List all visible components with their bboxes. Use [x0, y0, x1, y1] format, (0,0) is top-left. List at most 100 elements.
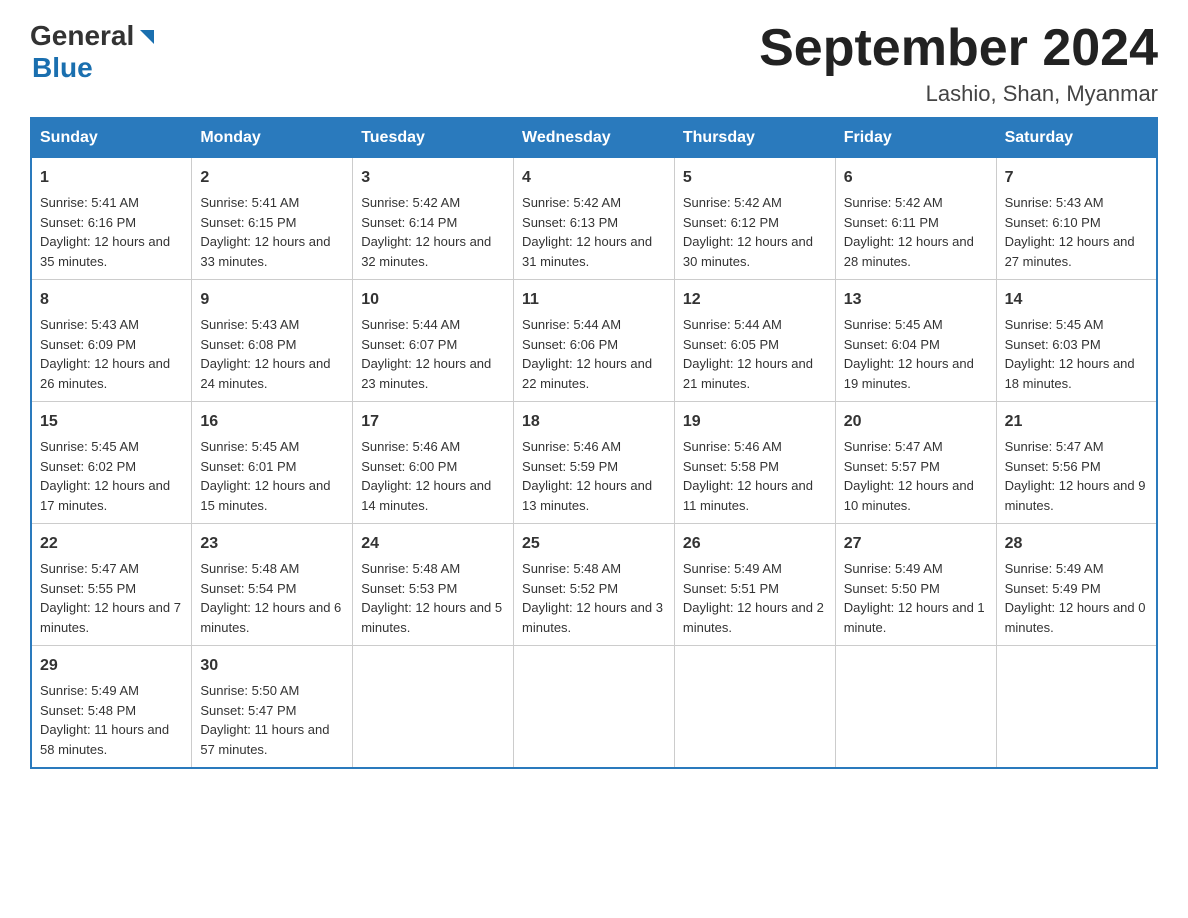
- day-number: 3: [361, 166, 505, 190]
- calendar-cell: 14 Sunrise: 5:45 AMSunset: 6:03 PMDaylig…: [996, 280, 1157, 402]
- day-info: Sunrise: 5:46 AMSunset: 6:00 PMDaylight:…: [361, 439, 491, 513]
- calendar-cell: 23 Sunrise: 5:48 AMSunset: 5:54 PMDaylig…: [192, 524, 353, 646]
- day-number: 2: [200, 166, 344, 190]
- day-info: Sunrise: 5:45 AMSunset: 6:03 PMDaylight:…: [1005, 317, 1135, 391]
- day-number: 20: [844, 410, 988, 434]
- calendar-cell: 2 Sunrise: 5:41 AMSunset: 6:15 PMDayligh…: [192, 158, 353, 280]
- calendar-week-row: 8 Sunrise: 5:43 AMSunset: 6:09 PMDayligh…: [31, 280, 1157, 402]
- day-info: Sunrise: 5:44 AMSunset: 6:06 PMDaylight:…: [522, 317, 652, 391]
- day-info: Sunrise: 5:41 AMSunset: 6:16 PMDaylight:…: [40, 195, 170, 269]
- calendar-cell: 15 Sunrise: 5:45 AMSunset: 6:02 PMDaylig…: [31, 402, 192, 524]
- day-info: Sunrise: 5:41 AMSunset: 6:15 PMDaylight:…: [200, 195, 330, 269]
- calendar-cell: 9 Sunrise: 5:43 AMSunset: 6:08 PMDayligh…: [192, 280, 353, 402]
- day-number: 15: [40, 410, 183, 434]
- day-info: Sunrise: 5:42 AMSunset: 6:12 PMDaylight:…: [683, 195, 813, 269]
- calendar-week-row: 15 Sunrise: 5:45 AMSunset: 6:02 PMDaylig…: [31, 402, 1157, 524]
- day-number: 23: [200, 532, 344, 556]
- day-number: 14: [1005, 288, 1148, 312]
- day-number: 28: [1005, 532, 1148, 556]
- day-number: 16: [200, 410, 344, 434]
- day-number: 30: [200, 654, 344, 678]
- day-info: Sunrise: 5:48 AMSunset: 5:52 PMDaylight:…: [522, 561, 663, 635]
- day-info: Sunrise: 5:48 AMSunset: 5:54 PMDaylight:…: [200, 561, 341, 635]
- day-info: Sunrise: 5:43 AMSunset: 6:09 PMDaylight:…: [40, 317, 170, 391]
- day-info: Sunrise: 5:49 AMSunset: 5:49 PMDaylight:…: [1005, 561, 1146, 635]
- day-info: Sunrise: 5:42 AMSunset: 6:11 PMDaylight:…: [844, 195, 974, 269]
- day-number: 9: [200, 288, 344, 312]
- calendar-cell: 27 Sunrise: 5:49 AMSunset: 5:50 PMDaylig…: [835, 524, 996, 646]
- calendar-cell: 19 Sunrise: 5:46 AMSunset: 5:58 PMDaylig…: [674, 402, 835, 524]
- weekday-header-sunday: Sunday: [31, 118, 192, 158]
- calendar-cell: 28 Sunrise: 5:49 AMSunset: 5:49 PMDaylig…: [996, 524, 1157, 646]
- weekday-header-row: SundayMondayTuesdayWednesdayThursdayFrid…: [31, 118, 1157, 158]
- calendar-cell: 4 Sunrise: 5:42 AMSunset: 6:13 PMDayligh…: [514, 158, 675, 280]
- day-number: 26: [683, 532, 827, 556]
- day-info: Sunrise: 5:48 AMSunset: 5:53 PMDaylight:…: [361, 561, 502, 635]
- weekday-header-thursday: Thursday: [674, 118, 835, 158]
- day-info: Sunrise: 5:50 AMSunset: 5:47 PMDaylight:…: [200, 683, 329, 757]
- day-info: Sunrise: 5:45 AMSunset: 6:01 PMDaylight:…: [200, 439, 330, 513]
- day-number: 7: [1005, 166, 1148, 190]
- day-info: Sunrise: 5:49 AMSunset: 5:48 PMDaylight:…: [40, 683, 169, 757]
- day-info: Sunrise: 5:47 AMSunset: 5:55 PMDaylight:…: [40, 561, 181, 635]
- weekday-header-monday: Monday: [192, 118, 353, 158]
- day-number: 5: [683, 166, 827, 190]
- logo-triangle-icon: [136, 26, 158, 48]
- day-number: 25: [522, 532, 666, 556]
- calendar-cell: 24 Sunrise: 5:48 AMSunset: 5:53 PMDaylig…: [353, 524, 514, 646]
- day-info: Sunrise: 5:43 AMSunset: 6:10 PMDaylight:…: [1005, 195, 1135, 269]
- calendar-cell: 11 Sunrise: 5:44 AMSunset: 6:06 PMDaylig…: [514, 280, 675, 402]
- day-info: Sunrise: 5:44 AMSunset: 6:05 PMDaylight:…: [683, 317, 813, 391]
- logo-line1: General: [30, 20, 158, 52]
- calendar-week-row: 29 Sunrise: 5:49 AMSunset: 5:48 PMDaylig…: [31, 646, 1157, 769]
- day-info: Sunrise: 5:45 AMSunset: 6:04 PMDaylight:…: [844, 317, 974, 391]
- calendar-cell: 26 Sunrise: 5:49 AMSunset: 5:51 PMDaylig…: [674, 524, 835, 646]
- day-info: Sunrise: 5:49 AMSunset: 5:50 PMDaylight:…: [844, 561, 985, 635]
- day-number: 24: [361, 532, 505, 556]
- weekday-header-friday: Friday: [835, 118, 996, 158]
- calendar-cell: 18 Sunrise: 5:46 AMSunset: 5:59 PMDaylig…: [514, 402, 675, 524]
- day-number: 13: [844, 288, 988, 312]
- calendar-cell: 29 Sunrise: 5:49 AMSunset: 5:48 PMDaylig…: [31, 646, 192, 769]
- calendar-cell: [353, 646, 514, 769]
- calendar-cell: 7 Sunrise: 5:43 AMSunset: 6:10 PMDayligh…: [996, 158, 1157, 280]
- calendar-cell: 25 Sunrise: 5:48 AMSunset: 5:52 PMDaylig…: [514, 524, 675, 646]
- calendar-cell: 16 Sunrise: 5:45 AMSunset: 6:01 PMDaylig…: [192, 402, 353, 524]
- calendar-cell: 21 Sunrise: 5:47 AMSunset: 5:56 PMDaylig…: [996, 402, 1157, 524]
- day-info: Sunrise: 5:45 AMSunset: 6:02 PMDaylight:…: [40, 439, 170, 513]
- title-block: September 2024 Lashio, Shan, Myanmar: [759, 20, 1158, 107]
- calendar-cell: 1 Sunrise: 5:41 AMSunset: 6:16 PMDayligh…: [31, 158, 192, 280]
- weekday-header-tuesday: Tuesday: [353, 118, 514, 158]
- calendar-cell: 3 Sunrise: 5:42 AMSunset: 6:14 PMDayligh…: [353, 158, 514, 280]
- day-info: Sunrise: 5:47 AMSunset: 5:57 PMDaylight:…: [844, 439, 974, 513]
- calendar-subtitle: Lashio, Shan, Myanmar: [759, 81, 1158, 107]
- day-info: Sunrise: 5:49 AMSunset: 5:51 PMDaylight:…: [683, 561, 824, 635]
- calendar-cell: 20 Sunrise: 5:47 AMSunset: 5:57 PMDaylig…: [835, 402, 996, 524]
- calendar-cell: [514, 646, 675, 769]
- calendar-cell: 8 Sunrise: 5:43 AMSunset: 6:09 PMDayligh…: [31, 280, 192, 402]
- day-number: 27: [844, 532, 988, 556]
- day-number: 11: [522, 288, 666, 312]
- calendar-cell: 10 Sunrise: 5:44 AMSunset: 6:07 PMDaylig…: [353, 280, 514, 402]
- calendar-cell: 6 Sunrise: 5:42 AMSunset: 6:11 PMDayligh…: [835, 158, 996, 280]
- day-number: 1: [40, 166, 183, 190]
- logo-general-text: General: [30, 20, 134, 52]
- day-info: Sunrise: 5:42 AMSunset: 6:13 PMDaylight:…: [522, 195, 652, 269]
- day-number: 4: [522, 166, 666, 190]
- page-header: General Blue September 2024 Lashio, Shan…: [30, 20, 1158, 107]
- day-number: 17: [361, 410, 505, 434]
- calendar-cell: 12 Sunrise: 5:44 AMSunset: 6:05 PMDaylig…: [674, 280, 835, 402]
- calendar-cell: 5 Sunrise: 5:42 AMSunset: 6:12 PMDayligh…: [674, 158, 835, 280]
- calendar-cell: [835, 646, 996, 769]
- calendar-cell: 13 Sunrise: 5:45 AMSunset: 6:04 PMDaylig…: [835, 280, 996, 402]
- logo-blue-text: Blue: [32, 52, 158, 84]
- calendar-cell: 17 Sunrise: 5:46 AMSunset: 6:00 PMDaylig…: [353, 402, 514, 524]
- day-info: Sunrise: 5:46 AMSunset: 5:59 PMDaylight:…: [522, 439, 652, 513]
- day-number: 18: [522, 410, 666, 434]
- day-info: Sunrise: 5:43 AMSunset: 6:08 PMDaylight:…: [200, 317, 330, 391]
- calendar-cell: [674, 646, 835, 769]
- day-number: 19: [683, 410, 827, 434]
- weekday-header-wednesday: Wednesday: [514, 118, 675, 158]
- day-number: 22: [40, 532, 183, 556]
- day-info: Sunrise: 5:44 AMSunset: 6:07 PMDaylight:…: [361, 317, 491, 391]
